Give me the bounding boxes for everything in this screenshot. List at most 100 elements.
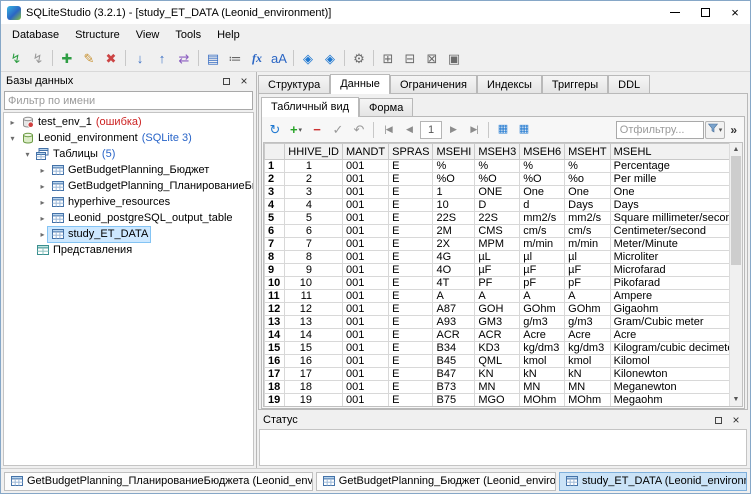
- menu-view[interactable]: View: [128, 26, 168, 44]
- grid-cell[interactable]: Acre: [565, 329, 611, 342]
- grid-cell[interactable]: %O: [520, 173, 565, 186]
- grid-cell[interactable]: 001: [343, 173, 389, 186]
- grid-cell[interactable]: 001: [343, 277, 389, 290]
- grid-cell[interactable]: 001: [343, 342, 389, 355]
- tab-triggers[interactable]: Триггеры: [542, 75, 608, 93]
- close-button[interactable]: ×: [720, 1, 750, 24]
- filter-mode-button[interactable]: ▾: [705, 121, 726, 139]
- grid-cell[interactable]: 22S: [433, 212, 475, 225]
- tree-item-tables[interactable]: ▾Таблицы (5): [4, 146, 253, 162]
- grid-cell[interactable]: Pikofarad: [610, 277, 741, 290]
- subtab-form-view[interactable]: Форма: [359, 98, 413, 116]
- grid-cell[interactable]: E: [389, 186, 433, 199]
- grid-cell[interactable]: 001: [343, 251, 389, 264]
- grid-cell[interactable]: %: [520, 160, 565, 173]
- taskbar-window-button[interactable]: GetBudgetPlanning_ПланированиеБюджета (L…: [4, 472, 313, 491]
- close-panel-button[interactable]: ×: [729, 413, 743, 427]
- float-panel-button[interactable]: [219, 74, 233, 88]
- grid-cell[interactable]: 10: [433, 199, 475, 212]
- grid-cell[interactable]: 16: [285, 355, 343, 368]
- tree-item-leonid-postgresql-output-table[interactable]: ▸Leonid_postgreSQL_output_table: [4, 210, 253, 226]
- grid-cell[interactable]: kmol: [520, 355, 565, 368]
- row-number[interactable]: 2: [265, 173, 285, 186]
- grid-cell[interactable]: 001: [343, 290, 389, 303]
- close-all-windows-button[interactable]: ▣: [443, 47, 465, 69]
- menu-tools[interactable]: Tools: [167, 26, 209, 44]
- grid-cell[interactable]: kg/dm3: [520, 342, 565, 355]
- grid-cell[interactable]: Days: [610, 199, 741, 212]
- title-bar[interactable]: SQLiteStudio (3.2.1) - [study_ET_DATA (L…: [1, 1, 750, 24]
- grid-cell[interactable]: E: [389, 160, 433, 173]
- scroll-track[interactable]: [730, 156, 742, 393]
- grid-cell[interactable]: g/m3: [565, 316, 611, 329]
- tree-item-getbudgetplanning-planirovanie-budgeta[interactable]: ▸GetBudgetPlanning_ПланированиеБюджета: [4, 178, 253, 194]
- tree-item-leonid-environment[interactable]: ▾Leonid_environment (SQLite 3): [4, 130, 253, 146]
- grid-cell[interactable]: m/min: [565, 238, 611, 251]
- grid-cell[interactable]: 001: [343, 381, 389, 394]
- grid-cell[interactable]: Kilonewton: [610, 368, 741, 381]
- grid-cell[interactable]: ACR: [433, 329, 475, 342]
- grid-cell[interactable]: 19: [285, 394, 343, 407]
- grid-cell[interactable]: KN: [475, 368, 520, 381]
- close-panel-button[interactable]: ×: [237, 74, 251, 88]
- grid-cell[interactable]: E: [389, 173, 433, 186]
- grid-cell[interactable]: MN: [565, 381, 611, 394]
- delete-row-button[interactable]: −: [307, 120, 327, 140]
- grid-cell[interactable]: pF: [520, 277, 565, 290]
- grid-cell[interactable]: E: [389, 368, 433, 381]
- grid-cell[interactable]: 6: [285, 225, 343, 238]
- grid-cell[interactable]: Microfarad: [610, 264, 741, 277]
- grid-cell[interactable]: B34: [433, 342, 475, 355]
- grid-cell[interactable]: Square millimeter/second: [610, 212, 741, 225]
- row-number[interactable]: 18: [265, 381, 285, 394]
- grid-cell[interactable]: D: [475, 199, 520, 212]
- row-number[interactable]: 14: [265, 329, 285, 342]
- grid-cell[interactable]: 4G: [433, 251, 475, 264]
- grid-cell[interactable]: 10: [285, 277, 343, 290]
- rollback-button[interactable]: ↶: [349, 120, 369, 140]
- commit-button[interactable]: ✓: [328, 120, 348, 140]
- scroll-down-button[interactable]: ▼: [730, 393, 742, 406]
- grid-cell[interactable]: GOH: [475, 303, 520, 316]
- grid-cell[interactable]: 11: [285, 290, 343, 303]
- grid-cell[interactable]: B47: [433, 368, 475, 381]
- tab-constraints[interactable]: Ограничения: [390, 75, 477, 93]
- open-collation-editor-button[interactable]: aA: [268, 47, 290, 69]
- convert-database-button[interactable]: ⇄: [173, 47, 195, 69]
- grid-cell[interactable]: A: [565, 290, 611, 303]
- grid-cell[interactable]: kmol: [565, 355, 611, 368]
- subtab-grid-view[interactable]: Табличный вид: [261, 97, 359, 117]
- grid-cell[interactable]: mm2/s: [520, 212, 565, 225]
- row-number[interactable]: 6: [265, 225, 285, 238]
- grid-cell[interactable]: cm/s: [520, 225, 565, 238]
- grid-cell[interactable]: ONE: [475, 186, 520, 199]
- grid-cell[interactable]: MN: [475, 381, 520, 394]
- grid-cell[interactable]: µF: [520, 264, 565, 277]
- expander-icon[interactable]: ▸: [37, 214, 48, 223]
- grid-cell[interactable]: GM3: [475, 316, 520, 329]
- grid-cell[interactable]: PF: [475, 277, 520, 290]
- tree-item-study-et-data[interactable]: ▸study_ET_DATA: [4, 226, 253, 242]
- connect-database-button[interactable]: ↯: [5, 47, 27, 69]
- grid-cell[interactable]: 4: [285, 199, 343, 212]
- scroll-thumb[interactable]: [731, 156, 741, 265]
- grid-cell[interactable]: E: [389, 212, 433, 225]
- column-header-mandt[interactable]: MANDT: [343, 144, 389, 160]
- collapse-tool-windows-button[interactable]: ◈: [319, 47, 341, 69]
- grid-cell[interactable]: µl: [565, 251, 611, 264]
- edit-database-button[interactable]: ✎: [78, 47, 100, 69]
- grid-cell[interactable]: One: [565, 186, 611, 199]
- column-header-mseh6[interactable]: MSEH6: [520, 144, 565, 160]
- grid-cell[interactable]: %O: [433, 173, 475, 186]
- data-filter-input[interactable]: [616, 121, 704, 139]
- tree-item-hyperhive-resources[interactable]: ▸hyperhive_resources: [4, 194, 253, 210]
- grid-cell[interactable]: 17: [285, 368, 343, 381]
- grid-cell[interactable]: MN: [520, 381, 565, 394]
- grid-cell[interactable]: 001: [343, 199, 389, 212]
- grid-cell[interactable]: 2: [285, 173, 343, 186]
- grid-cell[interactable]: %: [475, 160, 520, 173]
- grid-cell[interactable]: Acre: [520, 329, 565, 342]
- grid-cell[interactable]: E: [389, 381, 433, 394]
- open-function-editor-button[interactable]: fx: [246, 47, 268, 69]
- row-number[interactable]: 11: [265, 290, 285, 303]
